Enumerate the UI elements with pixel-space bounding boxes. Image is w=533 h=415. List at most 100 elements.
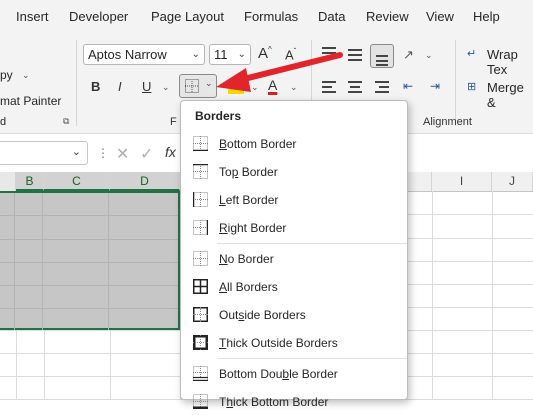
format-painter-button[interactable]: mat Painter: [0, 94, 61, 108]
column-header-a[interactable]: [0, 172, 16, 191]
label-prefix: To: [219, 165, 232, 179]
borders-dropdown-menu: Borders Bottom Border Top Border Left Bo…: [180, 100, 408, 409]
borders-icon: [185, 79, 199, 93]
all-borders-icon: [193, 279, 208, 294]
label-rest: ick Bottom Border: [233, 395, 329, 409]
font-name-combo[interactable]: Aptos Narrow ⌄: [83, 44, 205, 65]
menu-separator: [217, 358, 407, 359]
underline-chevron-icon[interactable]: ⌄: [162, 82, 170, 93]
align-line: [348, 59, 362, 61]
chevron-down-icon: ⌄: [237, 49, 246, 60]
menu-item-outside-borders[interactable]: Outside Borders: [182, 302, 406, 328]
font-color-chevron-icon[interactable]: ⌄: [290, 82, 298, 93]
font-group-label: F: [170, 116, 177, 128]
menu-help[interactable]: Help: [473, 9, 500, 24]
menu-item-all-borders[interactable]: All Borders: [182, 274, 406, 300]
menu-item-right-border[interactable]: Right Border: [182, 215, 406, 241]
alignment-group-label: Alignment: [423, 116, 472, 128]
menu-item-thick-bottom-border[interactable]: Thick Bottom Border: [182, 389, 406, 415]
column-header-j[interactable]: J: [492, 172, 533, 191]
align-line: [348, 49, 362, 51]
menu-item-label: Left Border: [219, 193, 278, 207]
orientation-chevron-icon[interactable]: ⌄: [425, 50, 433, 61]
menu-view[interactable]: View: [426, 9, 454, 24]
chevron-down-icon: ⌄: [205, 78, 213, 88]
menu-item-label: No Border: [219, 252, 274, 266]
cancel-icon[interactable]: ✕: [116, 144, 129, 164]
align-line: [348, 81, 362, 83]
left-border-icon: [193, 192, 208, 207]
menu-page-layout[interactable]: Page Layout: [151, 9, 224, 24]
chevron-down-icon: ⌄: [191, 49, 200, 60]
bottom-border-icon: [193, 136, 208, 151]
menu-item-thick-outside-borders[interactable]: Thick Outside Borders: [182, 330, 406, 356]
menu-item-top-border[interactable]: Top Border: [182, 159, 406, 185]
menu-item-label: Bottom Double Border: [219, 367, 338, 381]
orientation-icon[interactable]: ↗: [403, 47, 414, 63]
menu-item-left-border[interactable]: Left Border: [182, 187, 406, 213]
italic-button[interactable]: I: [118, 79, 122, 94]
column-header-d[interactable]: D: [110, 172, 180, 191]
decrease-indent-icon[interactable]: ⇤: [403, 79, 413, 93]
label-rest: eft Border: [225, 193, 279, 207]
menu-insert[interactable]: Insert: [16, 9, 49, 24]
increase-indent-icon[interactable]: ⇥: [430, 79, 440, 93]
align-line: [322, 91, 336, 93]
align-line: [322, 81, 336, 83]
label-rest: ottom Border: [227, 137, 297, 151]
font-size-combo[interactable]: 11 ⌄: [209, 44, 251, 65]
more-options-icon[interactable]: ⋮: [97, 146, 109, 160]
column-header-b[interactable]: B: [16, 172, 44, 191]
menu-item-bottom-double-border[interactable]: Bottom Double Border: [182, 361, 406, 387]
accelerator-key: B: [219, 137, 228, 151]
grow-font-button[interactable]: A^: [258, 45, 272, 62]
menu-item-label: Thick Bottom Border: [219, 395, 328, 409]
grid-line: [0, 239, 178, 240]
merge-center-button[interactable]: Merge &: [487, 80, 533, 110]
menu-formulas[interactable]: Formulas: [244, 9, 298, 24]
underline-button[interactable]: U: [142, 79, 151, 94]
no-border-icon: [193, 251, 208, 266]
label-rest: Border: [238, 165, 278, 179]
copy-button[interactable]: py: [0, 68, 13, 82]
menu-item-no-border[interactable]: No Border: [182, 246, 406, 272]
ribbon-divider: [455, 40, 456, 126]
ribbon-divider: [76, 40, 77, 126]
menu-data[interactable]: Data: [318, 9, 345, 24]
align-line: [379, 86, 389, 88]
wrap-text-button[interactable]: Wrap Tex: [487, 47, 533, 77]
insert-function-button[interactable]: fx: [165, 144, 176, 160]
menu-item-bottom-border[interactable]: Bottom Border: [182, 131, 406, 157]
highlight-color-swatch[interactable]: [228, 89, 244, 94]
outside-borders-icon: [193, 307, 208, 322]
highlight-chevron-icon[interactable]: ⌄: [251, 82, 259, 93]
menu-review[interactable]: Review: [366, 9, 409, 24]
menu-developer[interactable]: Developer: [69, 9, 128, 24]
selected-range[interactable]: [0, 191, 180, 330]
grid-line: [0, 262, 178, 263]
font-color-button[interactable]: A: [268, 77, 277, 93]
top-border-icon: [193, 164, 208, 179]
enter-check-icon[interactable]: ✓: [140, 144, 153, 164]
label-rest: ll Borders: [227, 280, 278, 294]
borders-button[interactable]: ⌄: [179, 74, 217, 98]
column-header-i[interactable]: I: [432, 172, 492, 191]
name-box[interactable]: ⌄: [0, 141, 88, 165]
grid-line: [0, 308, 178, 309]
align-line: [375, 91, 389, 93]
column-header-c[interactable]: C: [44, 172, 110, 191]
align-line: [322, 86, 332, 88]
grow-font-label: A: [258, 45, 269, 62]
clipboard-launcher-icon[interactable]: ⧉: [63, 116, 69, 127]
copy-chevron-icon[interactable]: ⌄: [22, 70, 30, 81]
bottom-align-button[interactable]: [370, 44, 394, 68]
menu-item-label: Outside Borders: [219, 308, 306, 322]
menu-item-label: Bottom Border: [219, 137, 296, 151]
align-line: [348, 54, 362, 56]
clipboard-group-label: d: [0, 116, 7, 128]
shrink-font-button[interactable]: Aˇ: [285, 47, 296, 62]
chevron-down-icon: ⌄: [71, 146, 81, 158]
accelerator-key: N: [219, 252, 228, 266]
bold-button[interactable]: B: [91, 79, 100, 94]
grid-line: [432, 191, 433, 400]
